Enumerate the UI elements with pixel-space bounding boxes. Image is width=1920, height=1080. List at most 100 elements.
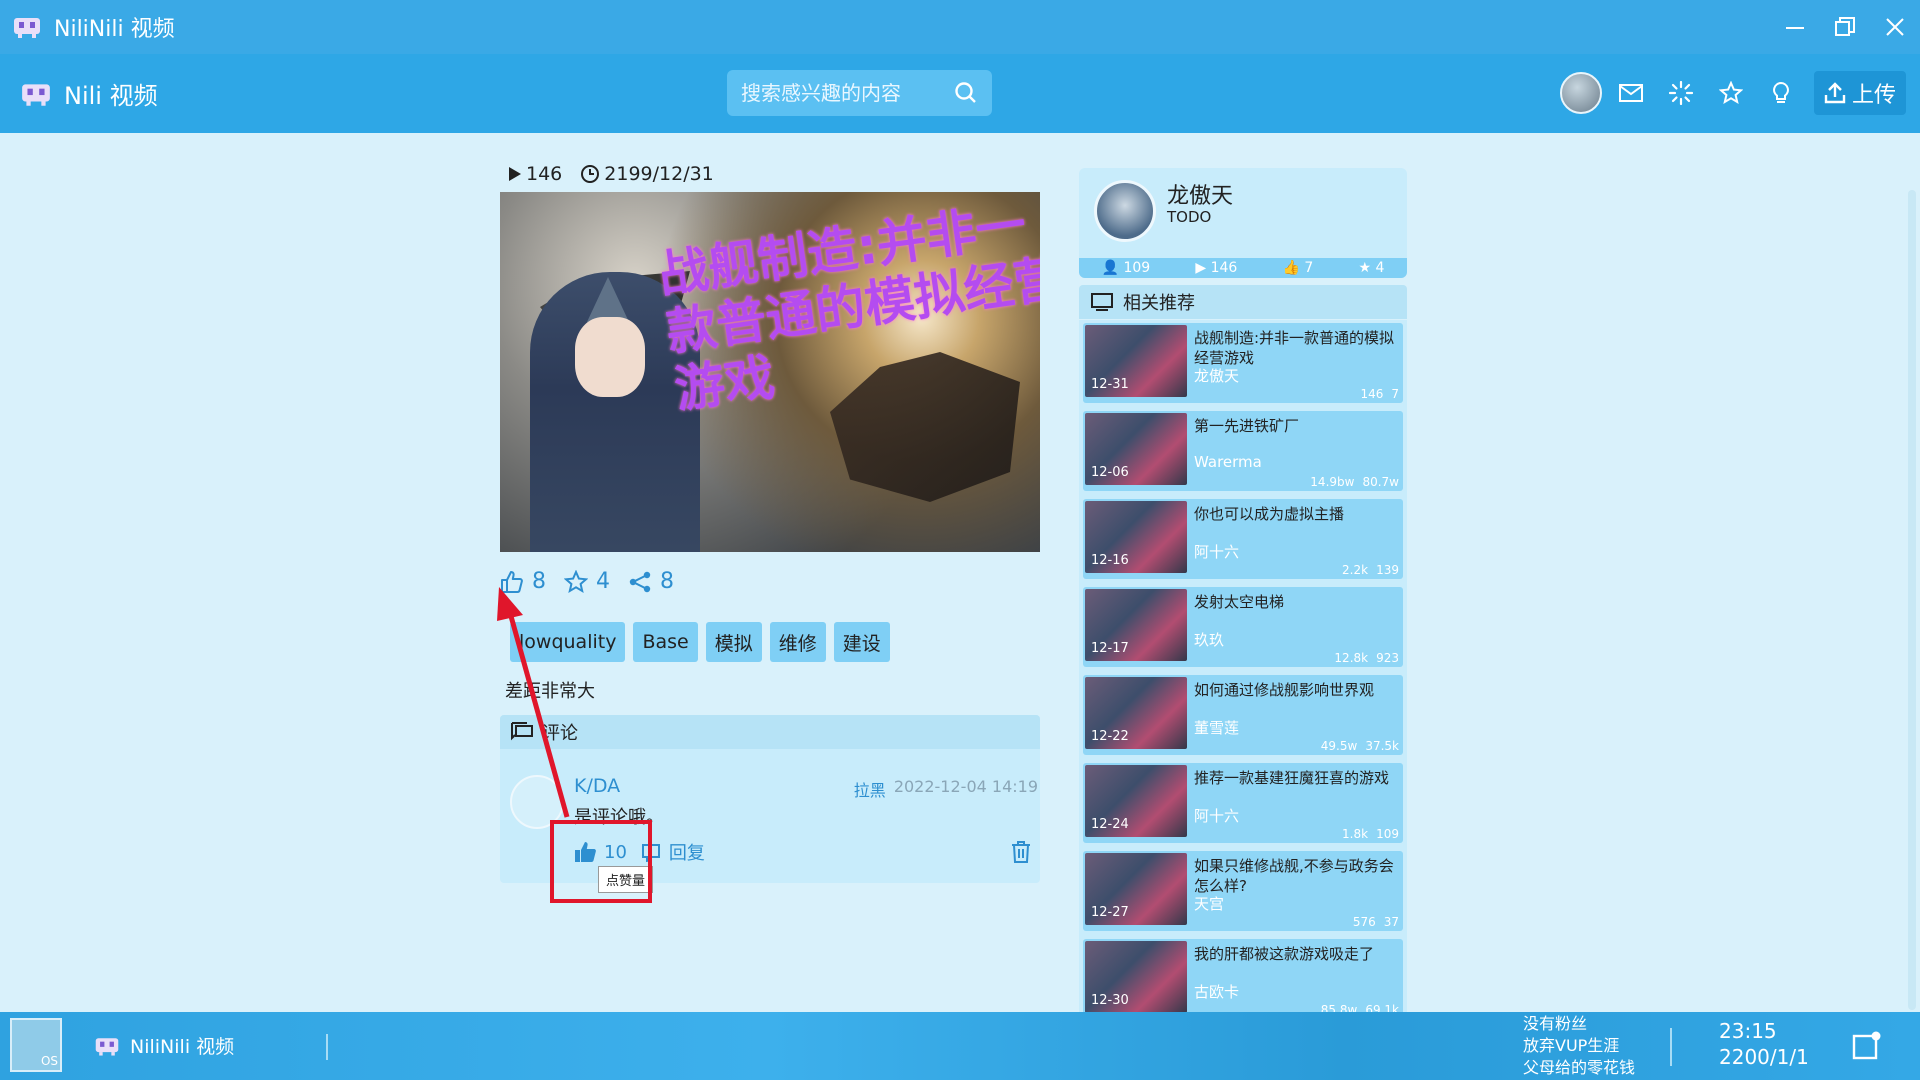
followers-stat: 👤 109 bbox=[1102, 260, 1151, 276]
video-cover[interactable]: 战舰制造:并非一款普通的模拟经营游戏 bbox=[500, 192, 1040, 552]
related-author: 天宫 bbox=[1194, 895, 1225, 913]
video-meta: 146 2199/12/31 bbox=[508, 163, 732, 185]
dynamics-button[interactable] bbox=[1656, 69, 1706, 117]
related-thumbnail: 12-06 bbox=[1085, 413, 1187, 485]
taskbar-app-label: NiliNili 视频 bbox=[130, 1036, 235, 1058]
favorites-button[interactable] bbox=[1706, 69, 1756, 117]
lightbulb-icon bbox=[1773, 81, 1789, 103]
publish-date: 2199/12/31 bbox=[604, 163, 714, 185]
related-plays: 49.5w bbox=[1320, 739, 1358, 753]
related-likes: 69.1k bbox=[1365, 1003, 1399, 1012]
sparkle-icon bbox=[1668, 81, 1693, 105]
play-count: 146 bbox=[526, 163, 563, 185]
notification-icon[interactable] bbox=[1852, 1030, 1882, 1060]
related-author: 阿十六 bbox=[1194, 543, 1240, 561]
taskbar-clock[interactable]: 23:15 2200/1/1 bbox=[1719, 1018, 1809, 1070]
followers-count: 109 bbox=[1123, 260, 1151, 276]
related-thumbnail: 12-31 bbox=[1085, 325, 1187, 397]
close-icon bbox=[1886, 18, 1904, 36]
avatar bbox=[1559, 72, 1602, 114]
tips-button[interactable] bbox=[1756, 69, 1806, 117]
app-header: Nili 视频 上传 bbox=[0, 54, 1920, 133]
related-author: 董雪莲 bbox=[1194, 719, 1240, 737]
upload-button[interactable]: 上传 bbox=[1813, 71, 1906, 115]
messages-button[interactable] bbox=[1606, 69, 1656, 117]
related-title: 第一先进铁矿厂 bbox=[1194, 417, 1300, 435]
app-logo-icon bbox=[95, 1037, 119, 1056]
related-video-item[interactable]: 12-27 如果只维修战舰,不参与政务会怎么样? 天宫 576 37 bbox=[1083, 851, 1403, 931]
search-box[interactable] bbox=[727, 70, 992, 116]
tag-base[interactable]: Base bbox=[633, 622, 698, 662]
brand-logo[interactable]: Nili 视频 bbox=[20, 76, 158, 111]
taskbar-notice: 没有粉丝 放弃VUP生涯 父母给的零花钱 bbox=[1523, 1013, 1635, 1079]
search-input[interactable] bbox=[741, 81, 941, 105]
taskbar: OS NiliNili 视频 没有粉丝 放弃VUP生涯 父母给的零花钱 23:1… bbox=[0, 1012, 1920, 1080]
close-button[interactable] bbox=[1870, 0, 1920, 54]
start-label: OS bbox=[40, 1054, 58, 1068]
upload-label: 上传 bbox=[1851, 83, 1896, 108]
related-video-item[interactable]: 12-22 如何通过修战舰影响世界观 董雪莲 49.5w 37.5k bbox=[1083, 675, 1403, 755]
star-icon bbox=[1718, 81, 1743, 105]
app-logo-icon bbox=[22, 83, 50, 106]
related-likes: 109 bbox=[1376, 827, 1399, 841]
related-title: 你也可以成为虚拟主播 bbox=[1194, 505, 1345, 523]
page-scrollbar[interactable] bbox=[1908, 190, 1916, 1010]
related-plays: 14.9bw bbox=[1310, 475, 1355, 489]
related-video-item[interactable]: 12-24 推荐一款基建狂魔狂喜的游戏 阿十六 1.8k 109 bbox=[1083, 763, 1403, 843]
taskbar-divider bbox=[1670, 1028, 1672, 1066]
taskbar-divider bbox=[326, 1034, 328, 1060]
related-video-item[interactable]: 12-30 我的肝都被这款游戏吸走了 古欧卡 85.8w 69.1k bbox=[1083, 939, 1403, 1012]
comment-time: 2022-12-04 14:19 bbox=[893, 777, 1038, 796]
related-plays: 576 bbox=[1352, 915, 1376, 929]
restore-icon bbox=[1835, 17, 1855, 36]
user-avatar[interactable] bbox=[1556, 69, 1606, 117]
uploader-avatar[interactable] bbox=[1094, 180, 1156, 242]
restore-button[interactable] bbox=[1820, 0, 1870, 54]
taskbar-app-nilinili[interactable]: NiliNili 视频 bbox=[94, 1032, 234, 1059]
minimize-button[interactable] bbox=[1770, 0, 1820, 54]
related-video-item[interactable]: 12-17 发射太空电梯 玖玖 12.8k 923 bbox=[1083, 587, 1403, 667]
tag-simulation[interactable]: 模拟 bbox=[705, 622, 762, 662]
related-author: 玖玖 bbox=[1194, 631, 1225, 649]
delete-icon[interactable] bbox=[1010, 840, 1032, 864]
related-thumbnail: 12-24 bbox=[1085, 765, 1187, 837]
related-title: 发射太空电梯 bbox=[1194, 593, 1285, 611]
related-author: 龙傲天 bbox=[1194, 367, 1240, 385]
related-video-item[interactable]: 12-16 你也可以成为虚拟主播 阿十六 2.2k 139 bbox=[1083, 499, 1403, 579]
related-title: 我的肝都被这款游戏吸走了 bbox=[1194, 945, 1375, 963]
related-thumbnail: 12-16 bbox=[1085, 501, 1187, 573]
related-video-item[interactable]: 12-06 第一先进铁矿厂 Warerma 14.9bw 80.7w bbox=[1083, 411, 1403, 491]
tag-build[interactable]: 建设 bbox=[833, 622, 890, 662]
related-title: 相关推荐 bbox=[1123, 293, 1195, 314]
related-author: 古欧卡 bbox=[1194, 983, 1240, 1001]
related-likes: 37 bbox=[1383, 915, 1399, 929]
uploader-stats: 👤 109 ▶ 146 👍 7 ★ 4 bbox=[1079, 258, 1407, 278]
start-button[interactable]: OS bbox=[10, 1018, 62, 1072]
user-icon: 👤 bbox=[1101, 260, 1120, 276]
uploader-name[interactable]: 龙傲天 bbox=[1167, 178, 1233, 210]
likes-count: 7 bbox=[1304, 260, 1314, 276]
star-icon: ★ bbox=[1358, 260, 1372, 276]
block-user-link[interactable]: 拉黑 bbox=[854, 777, 886, 801]
comments-header: 评论 bbox=[500, 715, 1040, 749]
comment-username[interactable]: K/DA bbox=[574, 775, 620, 797]
thumbs-up-icon: 👍 bbox=[1282, 260, 1300, 276]
related-date: 12-06 bbox=[1091, 465, 1129, 480]
search-icon[interactable] bbox=[954, 81, 978, 105]
clock-icon bbox=[581, 165, 600, 183]
related-header: 相关推荐 bbox=[1079, 285, 1407, 319]
related-date: 12-17 bbox=[1091, 641, 1129, 656]
tag-repair[interactable]: 维修 bbox=[769, 622, 826, 662]
related-likes: 923 bbox=[1376, 651, 1399, 665]
share-button[interactable]: 8 bbox=[628, 569, 674, 594]
related-likes: 7 bbox=[1391, 387, 1399, 401]
monitor-icon bbox=[1091, 293, 1113, 311]
minimize-icon bbox=[1786, 27, 1804, 29]
related-author: Warerma bbox=[1194, 453, 1262, 471]
uploader-card: 龙傲天 TODO 👤 109 ▶ 146 👍 7 ★ 4 bbox=[1079, 168, 1407, 278]
related-date: 12-16 bbox=[1091, 553, 1129, 568]
clock-date: 2200/1/1 bbox=[1719, 1045, 1809, 1069]
related-video-item[interactable]: 12-31 战舰制造:并非一款普通的模拟经营游戏 龙傲天 146 7 bbox=[1083, 323, 1403, 403]
notice-line: 父母给的零花钱 bbox=[1523, 1058, 1636, 1077]
window-titlebar: NiliNili 视频 bbox=[0, 0, 1920, 54]
